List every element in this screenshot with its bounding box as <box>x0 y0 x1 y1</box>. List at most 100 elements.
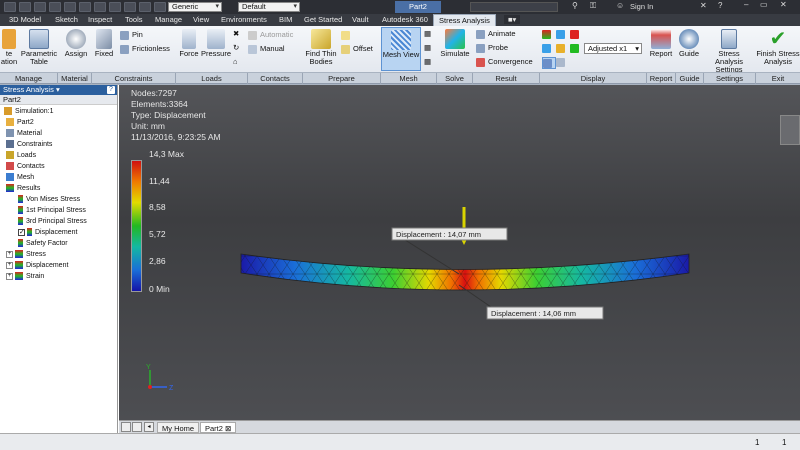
close-icon[interactable]: ✕ <box>780 0 787 9</box>
tab-list-icon[interactable]: ◂ <box>144 422 154 432</box>
tree-item-simulation[interactable]: Simulation:1 <box>4 107 54 117</box>
restore-icon[interactable]: ▭ <box>760 0 768 9</box>
tree-item-von-mises-stress[interactable]: Von Mises Stress <box>18 195 80 205</box>
exchange-apps-icon[interactable]: ✕ <box>700 1 707 10</box>
tab-my-home[interactable]: My Home <box>157 422 200 433</box>
user-icon[interactable]: ☺ <box>616 1 624 10</box>
browser-help-icon[interactable]: ? <box>107 86 115 94</box>
tab-part2[interactable]: Part2 ⊠ <box>200 422 237 433</box>
browser-header[interactable]: Stress Analysis ▾ ? <box>0 85 117 95</box>
tree-item-loads[interactable]: Loads <box>6 151 36 161</box>
sign-in-link[interactable]: Sign In <box>630 2 653 11</box>
pin-constraint-button[interactable]: Pin <box>120 30 143 40</box>
tab-environments[interactable]: Environments <box>221 15 267 24</box>
display-probe-labels-icon[interactable] <box>570 29 582 39</box>
search-help-box[interactable] <box>470 2 558 12</box>
find-thin-bodies-button[interactable]: Find Thin Bodies <box>303 29 339 66</box>
close-tab-icon[interactable]: ⊠ <box>225 424 231 433</box>
redo-icon[interactable] <box>79 2 91 12</box>
tree-item-displacement-result[interactable]: ✓ Displacement <box>18 228 77 238</box>
tree-item-results[interactable]: Results <box>6 184 40 194</box>
tree-item-mesh[interactable]: Mesh <box>6 173 34 183</box>
prepare-midsurface-button[interactable] <box>341 30 353 40</box>
probe-button[interactable]: Probe <box>476 43 508 53</box>
active-checkbox[interactable]: ✓ <box>18 228 25 236</box>
binoculars-icon[interactable]: ⚲ <box>572 1 578 10</box>
tree-item-part2[interactable]: Part2 <box>6 118 34 128</box>
parametric-table-button[interactable]: Parametric Table <box>19 29 59 66</box>
display-smooth-icon[interactable] <box>556 29 568 39</box>
tab-view[interactable]: View <box>193 15 209 24</box>
expand-icon[interactable]: + <box>6 261 13 269</box>
load-rotate-icon[interactable]: ↻ <box>233 43 239 52</box>
convergence-button[interactable]: Convergence <box>476 57 533 67</box>
appearance-combo[interactable]: Default <box>238 2 300 12</box>
return-icon[interactable] <box>109 2 121 12</box>
save-icon[interactable] <box>49 2 61 12</box>
guide-button[interactable]: Guide <box>676 29 702 58</box>
tab-inspect[interactable]: Inspect <box>88 15 112 24</box>
load-gravity-icon[interactable]: ⌂ <box>233 57 238 66</box>
material-combo[interactable]: Generic <box>168 2 222 12</box>
report-button[interactable]: Report <box>647 29 675 58</box>
tree-item-constraints[interactable]: Constraints <box>6 140 52 150</box>
display-boundary-icon[interactable] <box>542 43 554 53</box>
cascade-windows-icon[interactable] <box>132 422 142 432</box>
tree-item-1st-principal-stress[interactable]: 1st Principal Stress <box>18 206 86 216</box>
graphics-viewport[interactable]: Nodes:7297 Elements:3364 Type: Displacem… <box>119 85 800 420</box>
new-icon[interactable] <box>19 2 31 12</box>
offset-button[interactable]: Offset <box>341 44 373 54</box>
finish-stress-analysis-button[interactable]: ✔ Finish Stress Analysis <box>756 29 800 66</box>
tab-get-started[interactable]: Get Started <box>304 15 342 24</box>
tab-tools[interactable]: Tools <box>125 15 143 24</box>
assign-material-button[interactable]: Assign <box>62 29 90 58</box>
force-load-button[interactable]: Force <box>176 29 202 58</box>
convergence-settings-icon[interactable]: ▦ <box>424 57 431 66</box>
tab-options-icon[interactable]: ■▾ <box>504 15 521 24</box>
minimize-icon[interactable]: – <box>744 0 748 9</box>
probe-label-bottom[interactable]: Displacement : 14,06 mm <box>491 309 576 318</box>
display-contour-icon[interactable] <box>556 43 568 53</box>
displacement-scale-combo[interactable]: Adjusted x1 ▾ <box>584 43 642 54</box>
tab-manage[interactable]: Manage <box>155 15 182 24</box>
tree-folder-stress[interactable]: + Stress <box>6 250 46 260</box>
update-icon[interactable] <box>139 2 151 12</box>
tab-3d-model[interactable]: 3D Model <box>9 15 41 24</box>
tab-stress-analysis[interactable]: Stress Analysis <box>433 14 496 26</box>
tab-sketch[interactable]: Sketch <box>55 15 78 24</box>
tab-bim[interactable]: BIM <box>279 15 292 24</box>
tile-windows-icon[interactable] <box>121 422 131 432</box>
tree-item-material[interactable]: Material <box>6 129 42 139</box>
simulate-button[interactable]: Simulate <box>438 29 472 58</box>
pressure-load-button[interactable]: Pressure <box>201 29 231 58</box>
navigation-bar[interactable] <box>780 115 800 145</box>
fixed-constraint-button[interactable]: Fixed <box>92 29 116 58</box>
animate-button[interactable]: Animate <box>476 29 516 39</box>
local-mesh-icon[interactable]: ▦ <box>424 43 431 52</box>
app-menu-icon[interactable] <box>4 2 16 12</box>
subscription-icon[interactable]: ⚿ <box>590 1 596 11</box>
display-scale-icon[interactable] <box>556 57 568 67</box>
probe-label-top[interactable]: Displacement : 14,07 mm <box>396 230 481 239</box>
manual-contacts-button[interactable]: Manual <box>248 44 285 54</box>
help-icon[interactable]: ? <box>718 1 722 10</box>
undo-icon[interactable] <box>64 2 76 12</box>
load-extra-icon[interactable]: ✖ <box>233 29 239 38</box>
display-color-bar-icon[interactable] <box>542 29 554 39</box>
frictionless-constraint-button[interactable]: Frictionless <box>120 44 170 54</box>
tree-item-safety-factor[interactable]: Safety Factor <box>18 239 68 249</box>
tree-folder-displacement[interactable]: + Displacement <box>6 261 68 271</box>
tree-item-3rd-principal-stress[interactable]: 3rd Principal Stress <box>18 217 87 227</box>
display-minmax-icon[interactable] <box>570 43 582 53</box>
browser-document-row[interactable]: Part2 <box>0 95 117 105</box>
stress-analysis-settings-button[interactable]: Stress Analysis Settings <box>704 29 754 74</box>
expand-icon[interactable]: + <box>6 250 13 258</box>
mesh-view-button[interactable]: Mesh View <box>381 27 421 71</box>
tree-folder-strain[interactable]: + Strain <box>6 272 44 282</box>
expand-icon[interactable]: + <box>6 272 13 280</box>
tab-vault[interactable]: Vault <box>352 15 369 24</box>
automatic-contacts-button[interactable]: Automatic <box>248 30 293 40</box>
tree-item-contacts[interactable]: Contacts <box>6 162 45 172</box>
display-mesh-toggle-icon[interactable] <box>542 57 556 69</box>
tab-autodesk-360[interactable]: Autodesk 360 <box>382 15 428 24</box>
